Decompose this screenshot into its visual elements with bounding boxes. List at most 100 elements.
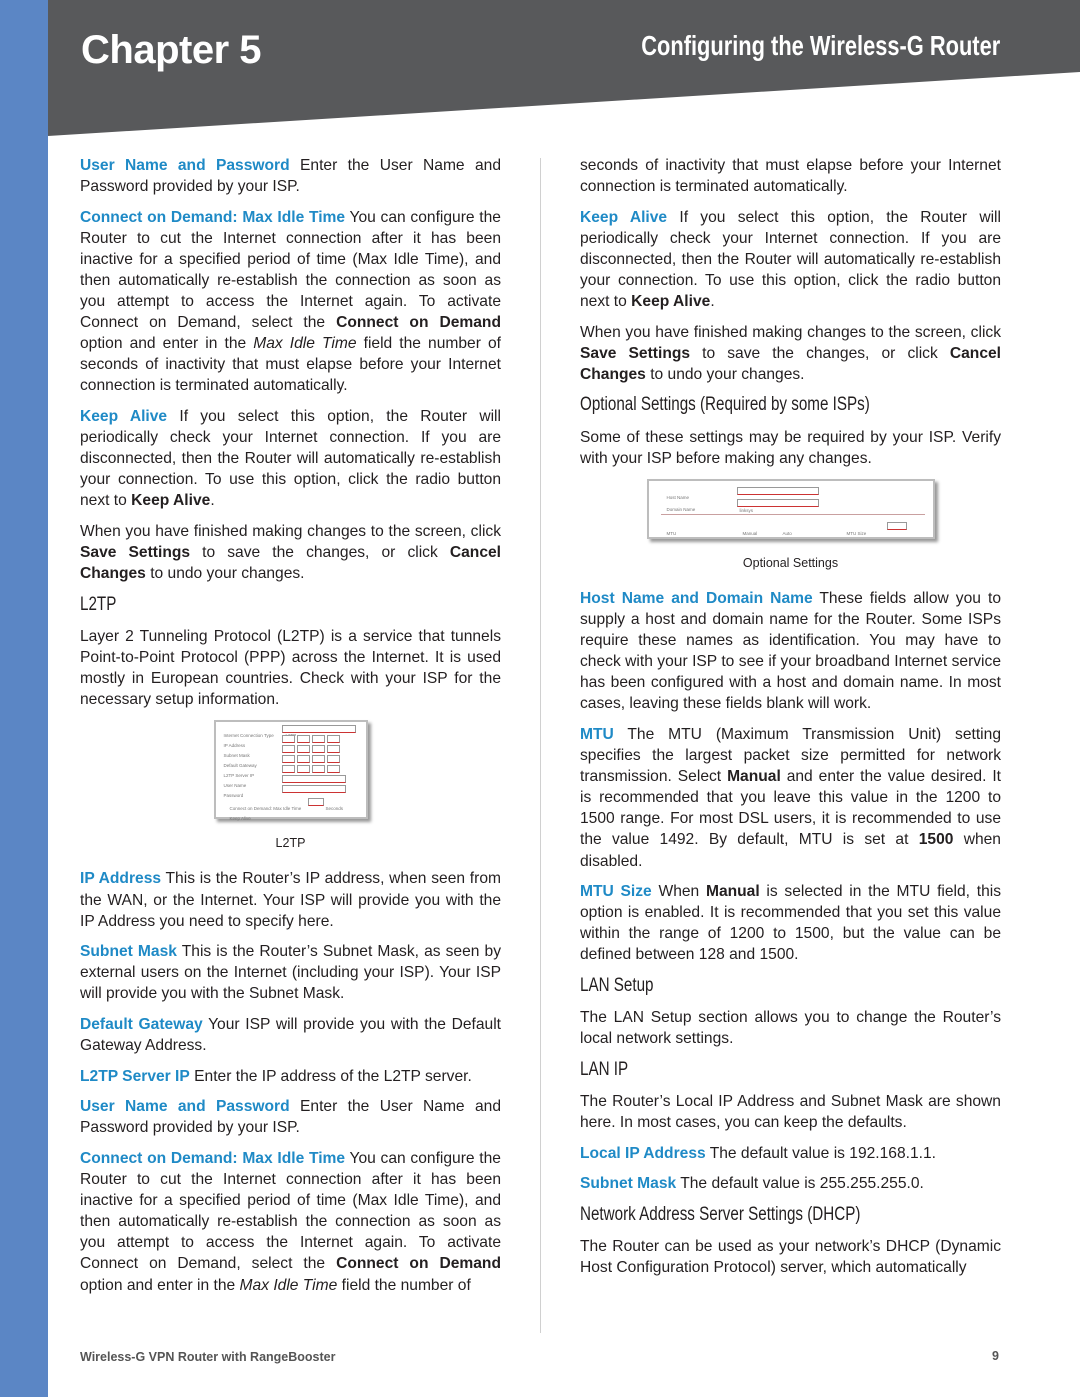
form-field <box>281 785 346 794</box>
term-heading: Connect on Demand: Max Idle Time <box>80 208 346 226</box>
bold-text: Keep Alive <box>131 492 211 510</box>
paragraph: Keep Alive If you select this option, th… <box>580 207 1001 312</box>
paragraph: IP Address This is the Router’s IP addre… <box>80 868 501 931</box>
term-heading: MTU <box>580 725 614 743</box>
text-run: The default value is 192.168.1.1. <box>705 1144 936 1162</box>
term-heading: MTU Size <box>580 883 652 901</box>
term-heading: Keep Alive <box>580 208 668 226</box>
paragraph: The LAN Setup section allows you to chan… <box>580 1007 1001 1049</box>
paragraph: Layer 2 Tunneling Protocol (L2TP) is a s… <box>80 626 501 710</box>
term-heading: Keep Alive <box>80 408 168 426</box>
section-heading: LAN IP <box>580 1058 629 1080</box>
text-run: option and enter in the <box>80 1276 240 1294</box>
form-field <box>311 755 325 764</box>
italic-text: Max Idle Time <box>239 1276 338 1294</box>
text-run: Layer 2 Tunneling Protocol (L2TP) is a s… <box>80 627 501 709</box>
form-field <box>281 745 295 754</box>
figure-caption: Optional Settings <box>742 555 839 570</box>
text-run: When you have finished making changes to… <box>80 523 501 540</box>
sidebar-stripe <box>0 0 48 1397</box>
form-field <box>326 755 340 764</box>
form-field <box>296 755 310 764</box>
paragraph: User Name and Password Enter the User Na… <box>80 155 501 197</box>
form-field <box>281 755 295 764</box>
paragraph: The Router’s Local IP Address and Subnet… <box>580 1091 1001 1133</box>
form-field <box>307 798 324 807</box>
form-label: Manual <box>742 530 758 536</box>
text-run: Enter the IP address of the L2TP server. <box>189 1067 472 1085</box>
section-heading: Optional Settings (Required by some ISPs… <box>580 394 870 416</box>
term-heading: User Name and Password <box>80 157 290 174</box>
figure-caption: L2TP <box>275 836 306 851</box>
form-field <box>296 735 310 744</box>
bold-text: 1500 <box>918 831 954 849</box>
term-heading: User Name and Password <box>80 1098 290 1116</box>
text-run: The LAN Setup section allows you to chan… <box>580 1009 1001 1048</box>
text-run: The Router’s Local IP Address and Subnet… <box>580 1092 1001 1131</box>
form-field <box>311 765 325 774</box>
text-run: When you have finished making changes to… <box>580 323 1001 341</box>
left-column: User Name and Password Enter the User Na… <box>80 155 501 1305</box>
term-heading: Host Name and Domain Name <box>580 589 813 607</box>
text-run: option and enter in the <box>80 335 254 353</box>
paragraph: The Router can be used as your network’s… <box>580 1236 1001 1278</box>
bold-text: Manual <box>705 883 760 901</box>
paragraph: Subnet Mask The default value is 255.255… <box>580 1173 1001 1194</box>
screenshot-l2tp: Internet Connection TypeL2TPIP AddressSu… <box>213 720 368 821</box>
screenshot-optional: Host Name Domain Name linksys MTU Manual Auto… <box>646 478 935 539</box>
form-field <box>296 745 310 754</box>
term-heading: Subnet Mask <box>80 943 177 961</box>
paragraph: User Name and Password Enter the User Na… <box>80 1096 501 1138</box>
paragraph: Some of these settings may be required b… <box>580 427 1001 469</box>
form-label: Auto <box>782 530 792 536</box>
paragraph: L2TP Server IP Enter the IP address of t… <box>80 1066 501 1087</box>
text-run: seconds of inactivity that must elapse b… <box>580 157 1001 196</box>
paragraph: Default Gateway Your ISP will provide yo… <box>80 1014 501 1056</box>
form-field <box>326 745 340 754</box>
domain-name-value: linksys <box>739 507 754 513</box>
paragraph: Subnet Mask This is the Router’s Subnet … <box>80 941 501 1004</box>
form-field <box>281 765 295 774</box>
text-run: The default value is 255.255.255.0. <box>676 1175 924 1193</box>
italic-text: Max Idle Time <box>253 335 357 353</box>
figure-optional: Host Name Domain Name linksys MTU Manual Auto… <box>580 478 1001 574</box>
paragraph: seconds of inactivity that must elapse b… <box>580 155 1001 197</box>
term-heading: Subnet Mask <box>580 1175 677 1193</box>
text-run: You can configure the Router to cut the … <box>80 208 501 332</box>
figure-l2tp: Internet Connection TypeL2TPIP AddressSu… <box>80 720 501 854</box>
form-field <box>326 765 340 774</box>
term-heading: Local IP Address <box>580 1144 706 1162</box>
form-field <box>736 486 819 495</box>
term-heading: L2TP Server IP <box>80 1067 190 1085</box>
bold-text: Save Settings <box>580 344 691 362</box>
bold-text: Connect on Demand <box>336 1255 501 1273</box>
paragraph: When you have finished making changes to… <box>80 521 501 584</box>
term-heading: IP Address <box>80 870 162 888</box>
paragraph: MTU Size When Manual is selected in the … <box>580 881 1001 965</box>
form-label: MTU Size <box>846 530 867 536</box>
form-label: Seconds <box>325 806 344 812</box>
text-run: These fields allow you to supply a host … <box>580 589 1001 713</box>
bold-text: Save Settings <box>80 544 191 562</box>
form-field <box>886 521 907 530</box>
paragraph: Connect on Demand: Max Idle Time You can… <box>80 1148 501 1296</box>
form-field <box>281 725 356 734</box>
paragraph: Local IP Address The default value is 19… <box>580 1143 1001 1164</box>
paragraph: MTU The MTU (Maximum Transmission Unit) … <box>580 724 1001 872</box>
text-run: . <box>710 293 715 311</box>
text-run: Some of these settings may be required b… <box>580 428 1001 467</box>
text-run: When <box>651 883 706 901</box>
bold-text: Connect on Demand <box>336 314 501 332</box>
section-heading: Network Address Server Settings (DHCP) <box>580 1203 861 1225</box>
text-run: to save the changes, or click <box>190 544 450 562</box>
chapter-title: Configuring the Wireless-G Router <box>641 30 1000 61</box>
text-run: to undo your changes. <box>145 565 305 583</box>
term-heading: Connect on Demand: Max Idle Time <box>80 1149 346 1167</box>
paragraph: Connect on Demand: Max Idle Time You can… <box>80 207 501 397</box>
page-number: 9 <box>992 1349 999 1363</box>
form-field <box>296 765 310 774</box>
term-heading: Default Gateway <box>80 1016 203 1033</box>
form-field <box>281 775 346 784</box>
footer-product: Wireless-G VPN Router with RangeBooster <box>80 1350 336 1364</box>
form-field <box>311 745 325 754</box>
